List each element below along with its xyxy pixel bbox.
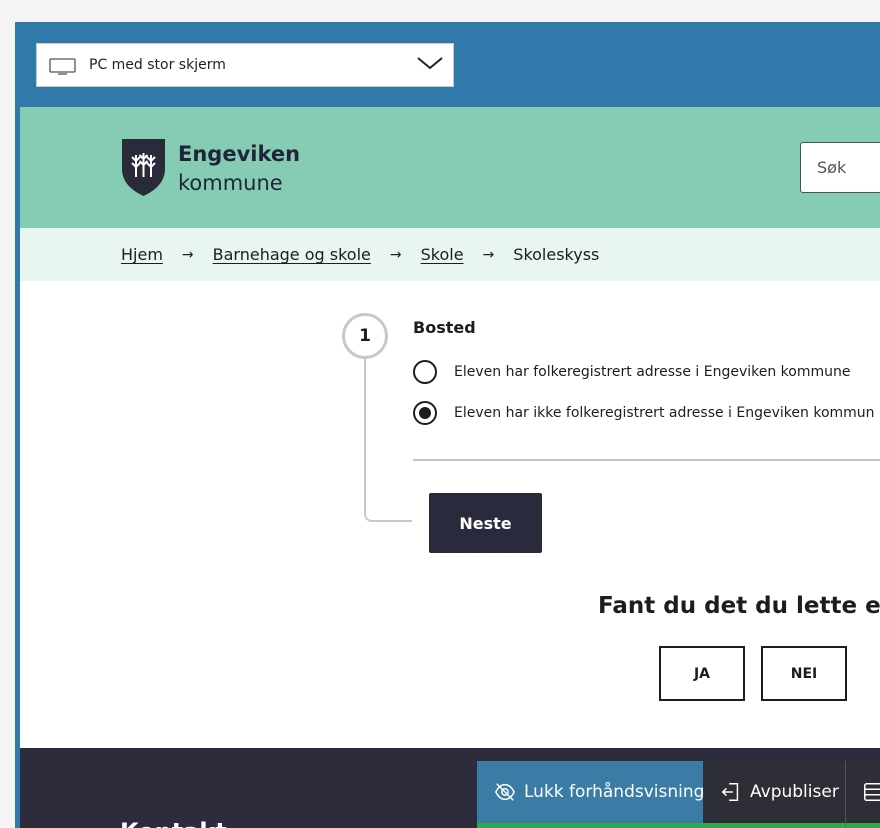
divider <box>413 459 880 461</box>
step-connector <box>364 359 412 522</box>
device-selector[interactable]: PC med stor skjerm <box>36 43 454 87</box>
radio-option-not-registered[interactable]: Eleven har ikke folkeregistrert adresse … <box>413 401 875 425</box>
logo-name: Engeviken <box>178 142 301 166</box>
feedback-question: Fant du det du lette ett <box>598 593 880 619</box>
save-icon <box>864 783 880 801</box>
next-button[interactable]: Neste <box>429 493 542 553</box>
unpublish-button[interactable]: Avpubliser <box>703 761 846 828</box>
footer-heading: Kontakt <box>120 818 227 828</box>
feedback-no-button[interactable]: NEI <box>761 646 847 701</box>
breadcrumb: Hjem → Barnehage og skole → Skole → Skol… <box>20 228 880 281</box>
breadcrumb-current: Skoleskyss <box>513 245 600 264</box>
radio-button[interactable] <box>413 360 437 384</box>
coat-of-arms-icon <box>122 139 165 196</box>
close-preview-button[interactable]: Lukk forhåndsvisning <box>477 761 705 828</box>
close-preview-label: Lukk forhåndsvisning <box>524 782 705 802</box>
site-header: Engeviken kommune <box>20 107 880 228</box>
sign-out-icon <box>721 783 739 801</box>
logo-subtitle: kommune <box>178 171 283 195</box>
breadcrumb-link-school[interactable]: Skole <box>421 245 464 264</box>
chevron-down-icon <box>417 57 443 70</box>
eye-off-icon <box>495 783 515 801</box>
search-field[interactable] <box>800 142 880 193</box>
radio-label: Eleven har folkeregistrert adresse i Eng… <box>454 364 851 380</box>
monitor-icon <box>49 58 76 75</box>
radio-option-registered[interactable]: Eleven har folkeregistrert adresse i Eng… <box>413 360 850 384</box>
feedback-yes-button[interactable]: JA <box>659 646 745 701</box>
preview-frame: PC med stor skjerm Engeviken kommune Søk… <box>15 22 880 828</box>
breadcrumb-link-home[interactable]: Hjem <box>121 245 163 264</box>
step-number: 1 <box>342 313 388 359</box>
search-input[interactable] <box>801 143 880 192</box>
arrow-right-icon: → <box>181 246 194 263</box>
unpublish-label: Avpubliser <box>750 782 839 802</box>
save-button[interactable] <box>846 761 880 828</box>
municipality-logo[interactable]: Engeviken kommune <box>120 137 300 198</box>
breadcrumb-link-kindergarten-school[interactable]: Barnehage og skole <box>213 245 371 264</box>
fieldset-title: Bosted <box>413 318 476 337</box>
preview-toolbar: Lukk forhåndsvisning Avpubliser <box>477 761 880 828</box>
radio-button-selected[interactable] <box>413 401 437 425</box>
site-preview: Engeviken kommune Hjem → Barnehage og sk… <box>20 107 880 828</box>
arrow-right-icon: → <box>482 246 495 263</box>
arrow-right-icon: → <box>389 246 402 263</box>
radio-label: Eleven har ikke folkeregistrert adresse … <box>454 405 875 421</box>
device-selector-label: PC med stor skjerm <box>89 57 226 73</box>
